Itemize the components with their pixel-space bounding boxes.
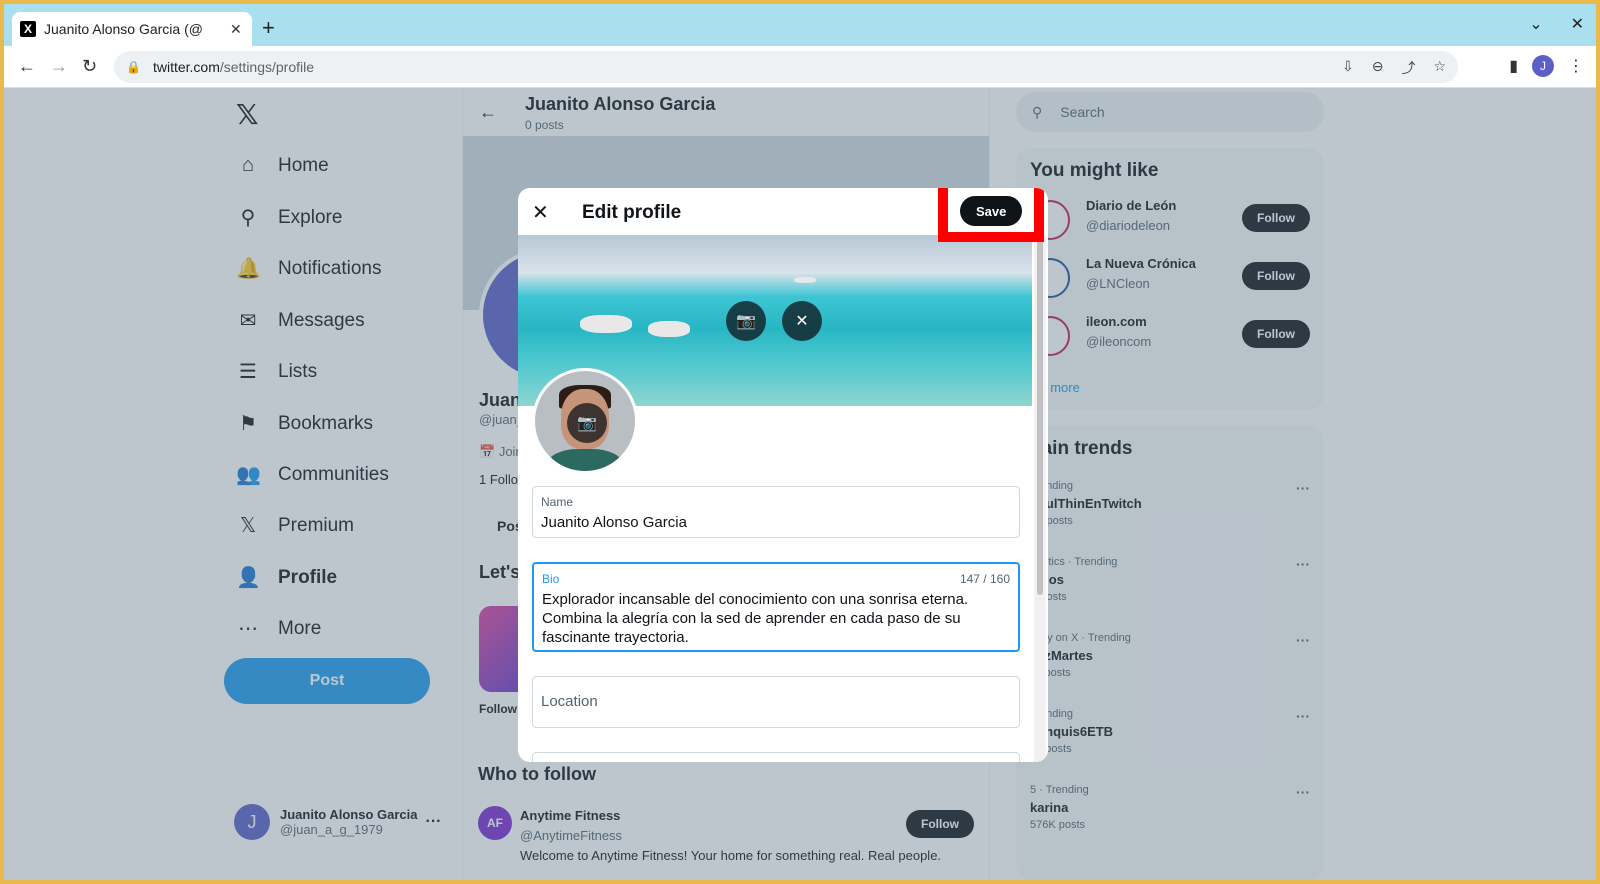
save-button[interactable]: Save (960, 196, 1023, 226)
share-icon[interactable]: ⤴ (1401, 58, 1415, 78)
bookmark-star-icon[interactable]: ☆ (1433, 58, 1446, 78)
bio-char-count: 147 / 160 (959, 572, 1010, 586)
reload-icon[interactable]: ↻ (82, 56, 97, 77)
avatar-editor[interactable]: 📷 (532, 368, 638, 474)
add-photo-icon[interactable]: 📷 (726, 301, 766, 341)
tab-strip: X Juanito Alonso Garcia (@ ✕ + ⌄ ✕ (4, 4, 1596, 46)
bio-textarea[interactable]: Explorador incansable del conocimiento c… (542, 590, 1012, 647)
zoom-icon[interactable]: ⊖ (1372, 58, 1384, 78)
forward-icon[interactable]: → (50, 56, 68, 77)
boat-shape (648, 321, 690, 337)
back-icon[interactable]: ← (18, 56, 36, 77)
remove-photo-icon[interactable]: ✕ (782, 301, 822, 341)
lock-icon: 🔒 (126, 60, 141, 74)
x-favicon-icon: X (20, 21, 36, 37)
window-close-icon[interactable]: ✕ (1571, 14, 1584, 34)
browser-profile-avatar[interactable]: J (1532, 55, 1554, 77)
install-icon[interactable]: ⇩ (1342, 58, 1354, 78)
name-field[interactable]: Name Juanito Alonso Garcia (532, 486, 1020, 538)
url-text: twitter.com/settings/profile (152, 59, 315, 75)
name-input[interactable]: Juanito Alonso Garcia (541, 513, 1011, 532)
modal-title: Edit profile (582, 202, 682, 223)
modal-scrollbar[interactable] (1034, 235, 1046, 762)
boat-shape (580, 315, 632, 333)
avatar-shirt (547, 449, 623, 471)
location-input[interactable]: Location (541, 693, 598, 710)
side-panel-icon[interactable]: ▮ (1509, 56, 1518, 76)
website-field[interactable] (532, 752, 1020, 762)
tab-title: Juanito Alonso Garcia (@ (44, 21, 203, 37)
close-icon[interactable]: ✕ (532, 200, 549, 225)
browser-menu-icon[interactable]: ⋮ (1568, 56, 1584, 76)
camera-icon[interactable]: 📷 (567, 403, 607, 443)
new-tab-button[interactable]: + (262, 15, 275, 41)
browser-tab[interactable]: X Juanito Alonso Garcia (@ ✕ (12, 12, 252, 46)
boat-shape (794, 277, 816, 283)
browser-window: X Juanito Alonso Garcia (@ ✕ + ⌄ ✕ ← → ↻… (4, 4, 1596, 880)
tab-close-icon[interactable]: ✕ (230, 21, 242, 38)
bio-field[interactable]: Bio 147 / 160 Explorador incansable del … (532, 562, 1020, 652)
tab-search-icon[interactable]: ⌄ (1529, 14, 1542, 34)
location-field[interactable]: Location (532, 676, 1020, 728)
edit-profile-modal: ✕ Edit profile 📷 ✕ 📷 Name Juanito Alonso… (518, 188, 1048, 762)
address-bar[interactable]: 🔒 twitter.com/settings/profile ⇩ ⊖ ⤴ ☆ (114, 51, 1458, 83)
browser-toolbar: ← → ↻ 🔒 twitter.com/settings/profile ⇩ ⊖… (4, 46, 1596, 88)
